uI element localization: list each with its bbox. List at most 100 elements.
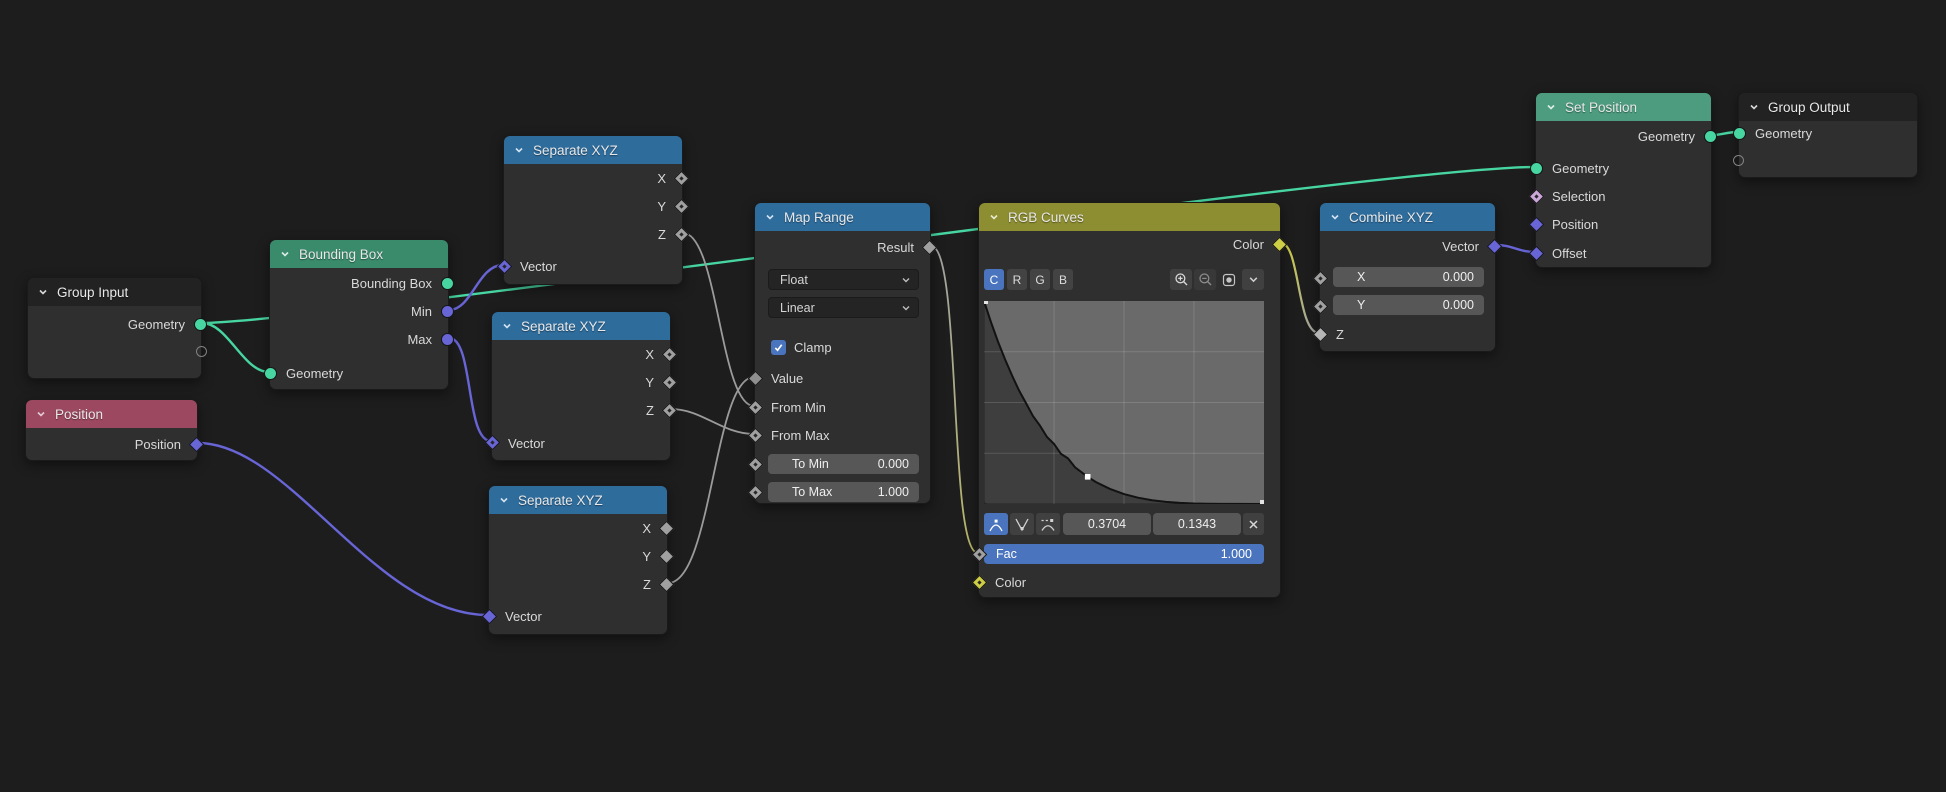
geometry-output-socket[interactable] (194, 318, 207, 331)
handle-auto-clamped-button[interactable] (1036, 513, 1060, 535)
node-editor-canvas[interactable]: { "editor": {"type": "Geometry Node Edit… (0, 0, 1946, 792)
dropdown-value: Linear (780, 301, 815, 315)
virtual-output-socket[interactable] (196, 346, 207, 357)
channel-tab-r[interactable]: R (1007, 269, 1027, 290)
point-y-field[interactable]: 0.1343 (1153, 513, 1241, 535)
input-label: Vector (505, 609, 542, 624)
node-rgb-curves[interactable]: RGB Curves Color C R G B (978, 202, 1281, 598)
point-x-field[interactable]: 0.3704 (1063, 513, 1151, 535)
curve-point-start[interactable] (984, 301, 988, 304)
socket-row: Geometry (1536, 125, 1711, 147)
node-position[interactable]: Position Position (25, 399, 198, 461)
collapse-chevron-icon[interactable] (1748, 101, 1760, 113)
max-output-socket[interactable] (441, 333, 454, 346)
to-max-field[interactable]: To Max 1.000 (768, 482, 919, 502)
socket-row: Bounding Box (270, 272, 448, 294)
fac-label: Fac (996, 547, 1017, 561)
input-label: Geometry (286, 366, 343, 381)
check-icon (773, 342, 784, 353)
node-separate-xyz-b[interactable]: Separate XYZ X Y Z Vector (491, 311, 671, 461)
geometry-input-socket[interactable] (264, 367, 277, 380)
node-title: Separate XYZ (521, 319, 606, 334)
socket-row: Z (492, 399, 670, 421)
channel-tab-b[interactable]: B (1053, 269, 1073, 290)
zoom-in-button[interactable] (1170, 269, 1192, 290)
channel-tab-g[interactable]: G (1030, 269, 1050, 290)
collapse-chevron-icon[interactable] (1329, 211, 1341, 223)
wire-z-to-frommax (671, 409, 754, 434)
socket-row: Geometry (1739, 122, 1917, 144)
curve-point-selected[interactable] (1085, 474, 1091, 480)
node-header[interactable]: Map Range (755, 203, 930, 231)
input-label: Geometry (1755, 126, 1812, 141)
node-header[interactable]: Separate XYZ (492, 312, 670, 340)
geometry-output-socket[interactable] (1704, 130, 1717, 143)
geometry-input-socket[interactable] (1733, 127, 1746, 140)
clamp-checkbox[interactable] (771, 340, 786, 355)
channel-tab-c[interactable]: C (984, 269, 1004, 290)
node-header[interactable]: Group Output (1739, 93, 1917, 121)
input-label: Z (1336, 327, 1344, 342)
socket-row: Offset (1536, 242, 1711, 264)
node-header[interactable]: Combine XYZ (1320, 203, 1495, 231)
collapse-chevron-icon[interactable] (279, 248, 291, 260)
boundingbox-output-socket[interactable] (441, 277, 454, 290)
clipping-options-button[interactable] (1218, 269, 1240, 290)
handle-vector-icon (1014, 517, 1030, 532)
node-bounding-box[interactable]: Bounding Box Bounding Box Min Max Geomet… (269, 239, 449, 390)
collapse-chevron-icon[interactable] (501, 320, 513, 332)
point-y-value: 0.1343 (1178, 517, 1216, 531)
curve-editor-widget[interactable] (984, 301, 1264, 504)
to-min-field[interactable]: To Min 0.000 (768, 454, 919, 474)
node-separate-xyz-a[interactable]: Separate XYZ X Y Z Vector (503, 135, 683, 285)
zoom-out-button[interactable] (1194, 269, 1216, 290)
output-label: Z (658, 227, 666, 242)
node-header[interactable]: RGB Curves (979, 203, 1280, 231)
node-separate-xyz-c[interactable]: Separate XYZ X Y Z Vector (488, 485, 668, 635)
node-set-position[interactable]: Set Position Geometry Geometry Selection… (1535, 92, 1712, 268)
chevron-down-icon (901, 275, 911, 285)
clipping-icon (1222, 273, 1236, 287)
node-header[interactable]: Set Position (1536, 93, 1711, 121)
output-label: Y (642, 549, 651, 564)
x-value-field[interactable]: X 0.000 (1333, 267, 1484, 287)
collapse-chevron-icon[interactable] (37, 286, 49, 298)
node-map-range[interactable]: Map Range Result Float Linear Clamp Valu… (754, 202, 931, 504)
socket-row: Position (1536, 213, 1711, 235)
output-label: Bounding Box (351, 276, 432, 291)
node-combine-xyz[interactable]: Combine XYZ Vector X 0.000 Y 0.000 Z (1319, 202, 1496, 352)
node-header[interactable]: Group Input (28, 278, 201, 306)
data-type-dropdown[interactable]: Float (768, 269, 919, 290)
socket-row: Geometry (28, 313, 201, 335)
collapse-chevron-icon[interactable] (988, 211, 1000, 223)
handle-vector-button[interactable] (1010, 513, 1034, 535)
output-label: Geometry (1638, 129, 1695, 144)
socket-row: Color (979, 571, 1280, 593)
min-output-socket[interactable] (441, 305, 454, 318)
node-title: Group Output (1768, 100, 1850, 115)
interpolation-dropdown[interactable]: Linear (768, 297, 919, 318)
input-label: Selection (1552, 189, 1605, 204)
fac-slider[interactable]: Fac 1.000 (984, 544, 1264, 564)
delete-point-button[interactable] (1243, 513, 1264, 535)
collapse-chevron-icon[interactable] (1545, 101, 1557, 113)
collapse-chevron-icon[interactable] (513, 144, 525, 156)
node-header[interactable]: Bounding Box (270, 240, 448, 268)
wire-z-to-value (668, 377, 754, 583)
geometry-input-socket[interactable] (1530, 162, 1543, 175)
collapse-chevron-icon[interactable] (35, 408, 47, 420)
handle-auto-button[interactable] (984, 513, 1008, 535)
node-header[interactable]: Separate XYZ (489, 486, 667, 514)
node-header[interactable]: Separate XYZ (504, 136, 682, 164)
y-value-field[interactable]: Y 0.000 (1333, 295, 1484, 315)
node-group-input[interactable]: Group Input Geometry (27, 277, 202, 379)
socket-row: Vector (489, 605, 667, 627)
socket-row: X (492, 343, 670, 365)
curve-point-end[interactable] (1260, 500, 1264, 504)
virtual-input-socket[interactable] (1733, 155, 1744, 166)
collapse-chevron-icon[interactable] (498, 494, 510, 506)
curve-tools-menu-button[interactable] (1242, 269, 1264, 290)
node-group-output[interactable]: Group Output Geometry (1738, 92, 1918, 178)
collapse-chevron-icon[interactable] (764, 211, 776, 223)
node-header[interactable]: Position (26, 400, 197, 428)
